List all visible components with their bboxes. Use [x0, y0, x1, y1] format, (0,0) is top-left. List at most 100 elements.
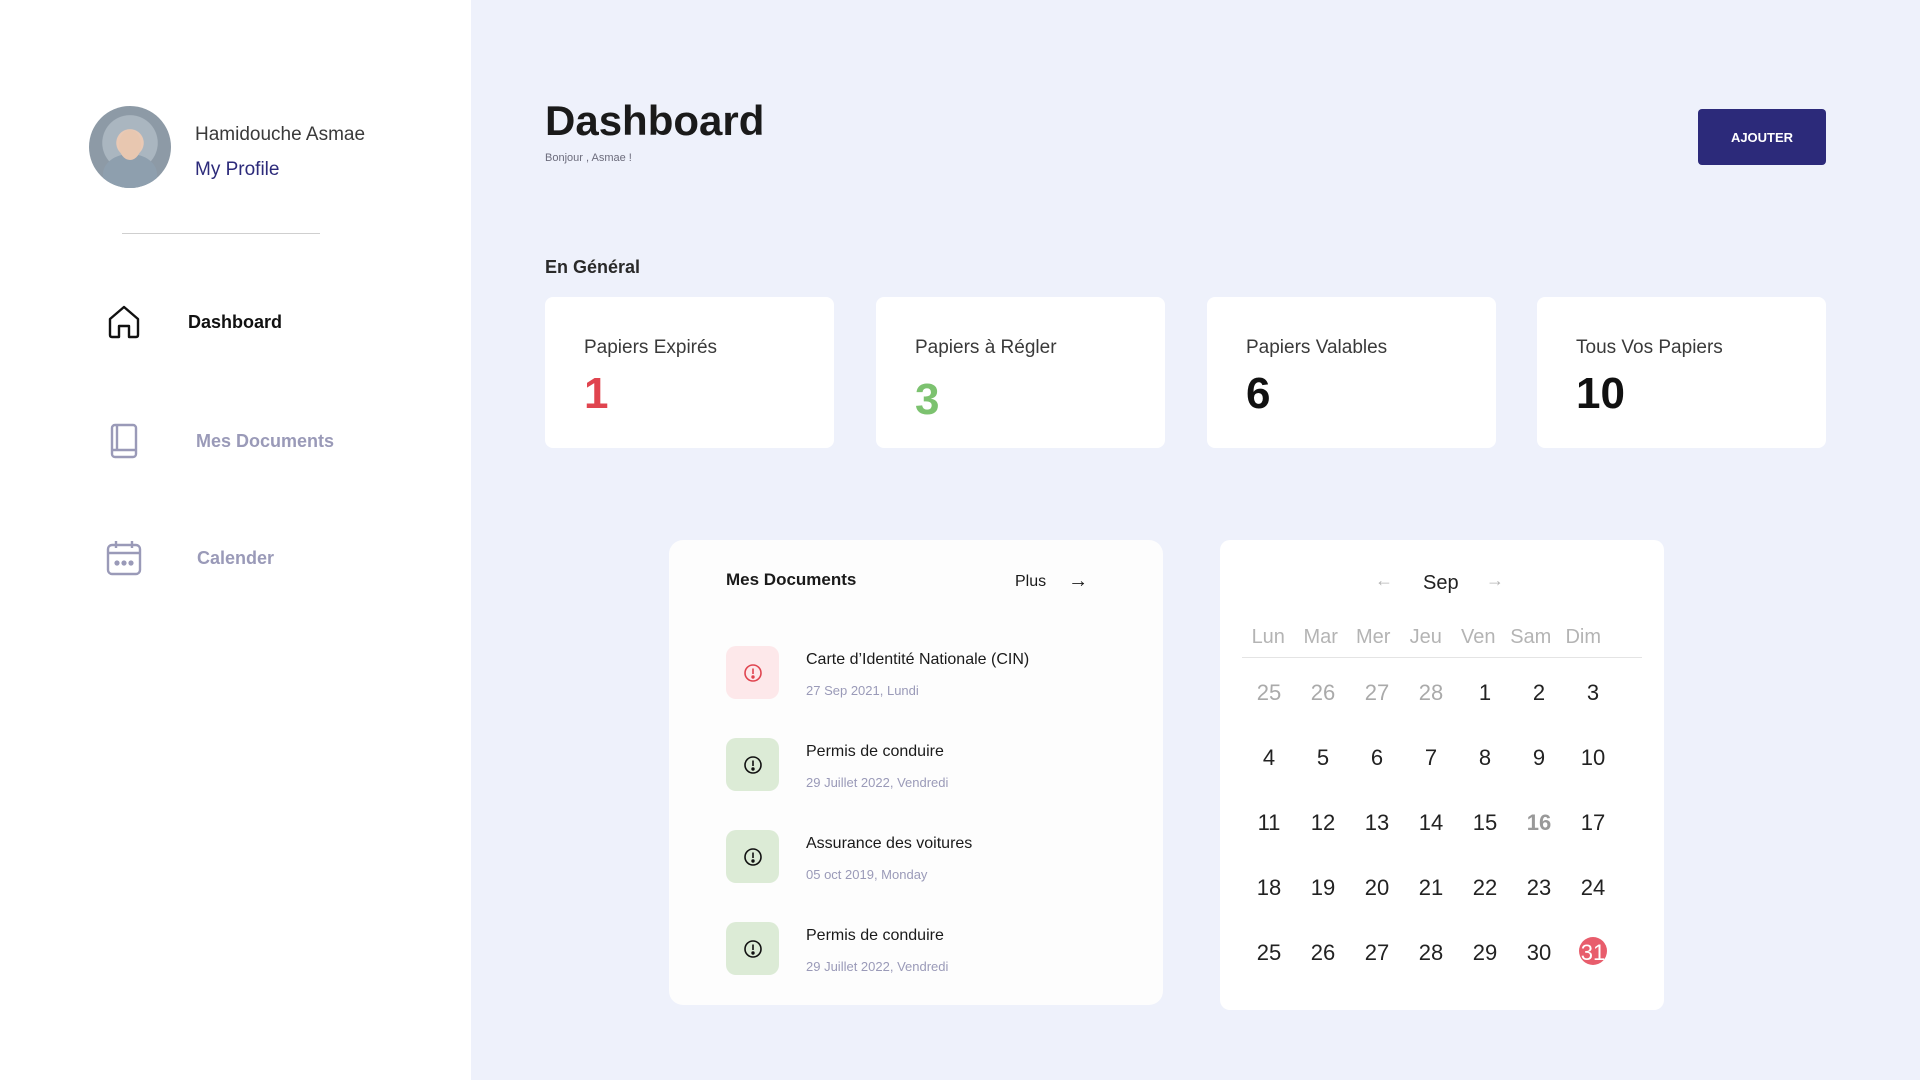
calendar-day[interactable]: 28 [1404, 940, 1458, 966]
calendar-day[interactable]: 25 [1242, 940, 1296, 966]
stat-card-to-settle[interactable]: Papiers à Régler 3 [876, 297, 1165, 448]
sidebar-item-label: Mes Documents [196, 430, 335, 451]
document-item[interactable]: Permis de conduire 29 Juillet 2022, Vend… [726, 922, 1126, 978]
calendar-day[interactable]: 14 [1404, 810, 1458, 836]
weekday-label: Mar [1303, 626, 1338, 648]
sidebar-item-label: Dashboard [188, 311, 283, 332]
calendar-week: 11 12 13 14 15 16 17 [1242, 790, 1642, 855]
calendar-day[interactable]: 17 [1566, 810, 1620, 836]
today-label: 31 [1580, 939, 1606, 965]
calendar-icon [100, 534, 148, 582]
my-profile-link[interactable]: My Profile [195, 159, 279, 181]
arrow-right-icon: → [1068, 570, 1089, 592]
alert-circle-icon [726, 738, 779, 791]
calendar-day[interactable]: 27 [1350, 680, 1404, 706]
stat-card-all[interactable]: Tous Vos Papiers 10 [1537, 297, 1826, 448]
calendar-day[interactable]: 9 [1512, 745, 1566, 771]
sidebar-divider [122, 233, 320, 234]
alert-circle-icon [726, 646, 779, 699]
calendar-day[interactable]: 22 [1458, 875, 1512, 901]
calendar-grid: 25 26 27 28 1 2 3 4 5 6 7 8 9 10 11 12 1… [1242, 660, 1642, 985]
calendar-week: 4 5 6 7 8 9 10 [1242, 725, 1642, 790]
weekday-label: Ven [1461, 626, 1496, 648]
document-item[interactable]: Permis de conduire 29 Juillet 2022, Vend… [726, 738, 1126, 794]
calendar-day[interactable]: 26 [1296, 940, 1350, 966]
arrow-right-icon[interactable]: → [1486, 570, 1504, 591]
weekday-label: Mer [1356, 626, 1391, 648]
calendar-day[interactable]: 2 [1512, 680, 1566, 706]
stat-label: Papiers Expirés [584, 337, 718, 358]
calendar-day[interactable]: 26 [1296, 680, 1350, 706]
calendar-day[interactable]: 5 [1296, 745, 1350, 771]
document-name: Permis de conduire [806, 927, 944, 944]
weekday-label: Sam [1510, 626, 1552, 648]
calendar-day[interactable]: 20 [1350, 875, 1404, 901]
document-date: 29 Juillet 2022, Vendredi [806, 959, 949, 974]
sidebar-item-calender[interactable]: Calender [100, 534, 274, 582]
calendar-day[interactable]: 1 [1458, 680, 1512, 706]
calendar-day[interactable]: 13 [1350, 810, 1404, 836]
calendar-week: 25 26 27 28 1 2 3 [1242, 660, 1642, 725]
greeting-text: Bonjour , Asmae ! [545, 152, 632, 164]
documents-title: Mes Documents [726, 570, 857, 589]
calendar-day[interactable]: 21 [1404, 875, 1458, 901]
document-date: 05 oct 2019, Monday [806, 867, 928, 882]
alert-circle-icon [726, 830, 779, 883]
book-icon [100, 417, 148, 465]
document-item[interactable]: Carte d’Identité Nationale (CIN) 27 Sep … [726, 646, 1126, 702]
document-name: Assurance des voitures [806, 835, 973, 852]
calendar-day[interactable]: 7 [1404, 745, 1458, 771]
sidebar-item-mes-documents[interactable]: Mes Documents [100, 417, 334, 465]
add-button[interactable]: AJOUTER [1698, 109, 1826, 165]
stat-label: Papiers à Régler [915, 337, 1057, 358]
page-title: Dashboard [545, 97, 765, 144]
section-title: En Général [545, 257, 641, 277]
stat-value: 6 [1246, 369, 1271, 418]
calendar-day[interactable]: 15 [1458, 810, 1512, 836]
calendar-day[interactable]: 4 [1242, 745, 1296, 771]
calendar-day[interactable]: 10 [1566, 745, 1620, 771]
more-label: Plus [1015, 572, 1047, 590]
calendar-day[interactable]: 29 [1458, 940, 1512, 966]
avatar-face [119, 130, 141, 160]
stat-label: Papiers Valables [1246, 337, 1388, 358]
calendar-month: Sep [1423, 572, 1459, 594]
calendar-day[interactable]: 11 [1242, 810, 1296, 836]
calendar-day[interactable]: 18 [1242, 875, 1296, 901]
calendar-day[interactable]: 25 [1242, 680, 1296, 706]
calendar-day[interactable]: 23 [1512, 875, 1566, 901]
stat-label: Tous Vos Papiers [1576, 337, 1723, 358]
calendar-day[interactable]: 28 [1404, 680, 1458, 706]
avatar[interactable] [89, 106, 171, 188]
calendar-widget: ← Sep → Lun Mar Mer Jeu Ven Sam Dim 25 2… [1220, 540, 1664, 1010]
stat-value: 10 [1576, 369, 1625, 418]
calendar-day[interactable]: 19 [1296, 875, 1350, 901]
arrow-left-icon[interactable]: ← [1375, 570, 1393, 591]
sidebar-item-dashboard[interactable]: Dashboard [100, 298, 282, 346]
more-documents-link[interactable]: Plus → [1015, 570, 1088, 593]
document-item[interactable]: Assurance des voitures 05 oct 2019, Mond… [726, 830, 1126, 886]
calendar-day[interactable]: 3 [1566, 680, 1620, 706]
calendar-day[interactable]: 6 [1350, 745, 1404, 771]
weekday-label: Jeu [1409, 626, 1442, 648]
calendar-week: 18 19 20 21 22 23 24 [1242, 855, 1642, 920]
calendar-day[interactable]: 30 [1512, 940, 1566, 966]
sidebar-item-label: Calender [197, 547, 275, 568]
calendar-day[interactable]: 27 [1350, 940, 1404, 966]
weekday-label: Lun [1251, 626, 1285, 648]
user-name: Hamidouche Asmae [195, 124, 366, 145]
calendar-week: 25 26 27 28 29 30 31 [1242, 920, 1642, 985]
calendar-weekdays: Lun Mar Mer Jeu Ven Sam Dim [1242, 626, 1642, 658]
stat-value: 1 [584, 369, 609, 418]
stat-card-expired[interactable]: Papiers Expirés 1 [545, 297, 834, 448]
alert-circle-icon [726, 922, 779, 975]
calendar-day[interactable]: 24 [1566, 875, 1620, 901]
stat-card-valid[interactable]: Papiers Valables 6 [1207, 297, 1496, 448]
home-icon [100, 298, 148, 346]
document-date: 29 Juillet 2022, Vendredi [806, 775, 949, 790]
calendar-day[interactable]: 16 [1512, 810, 1566, 836]
calendar-day-today[interactable]: 31 [1566, 936, 1620, 966]
calendar-day[interactable]: 12 [1296, 810, 1350, 836]
calendar-day[interactable]: 8 [1458, 745, 1512, 771]
document-date: 27 Sep 2021, Lundi [806, 683, 919, 698]
